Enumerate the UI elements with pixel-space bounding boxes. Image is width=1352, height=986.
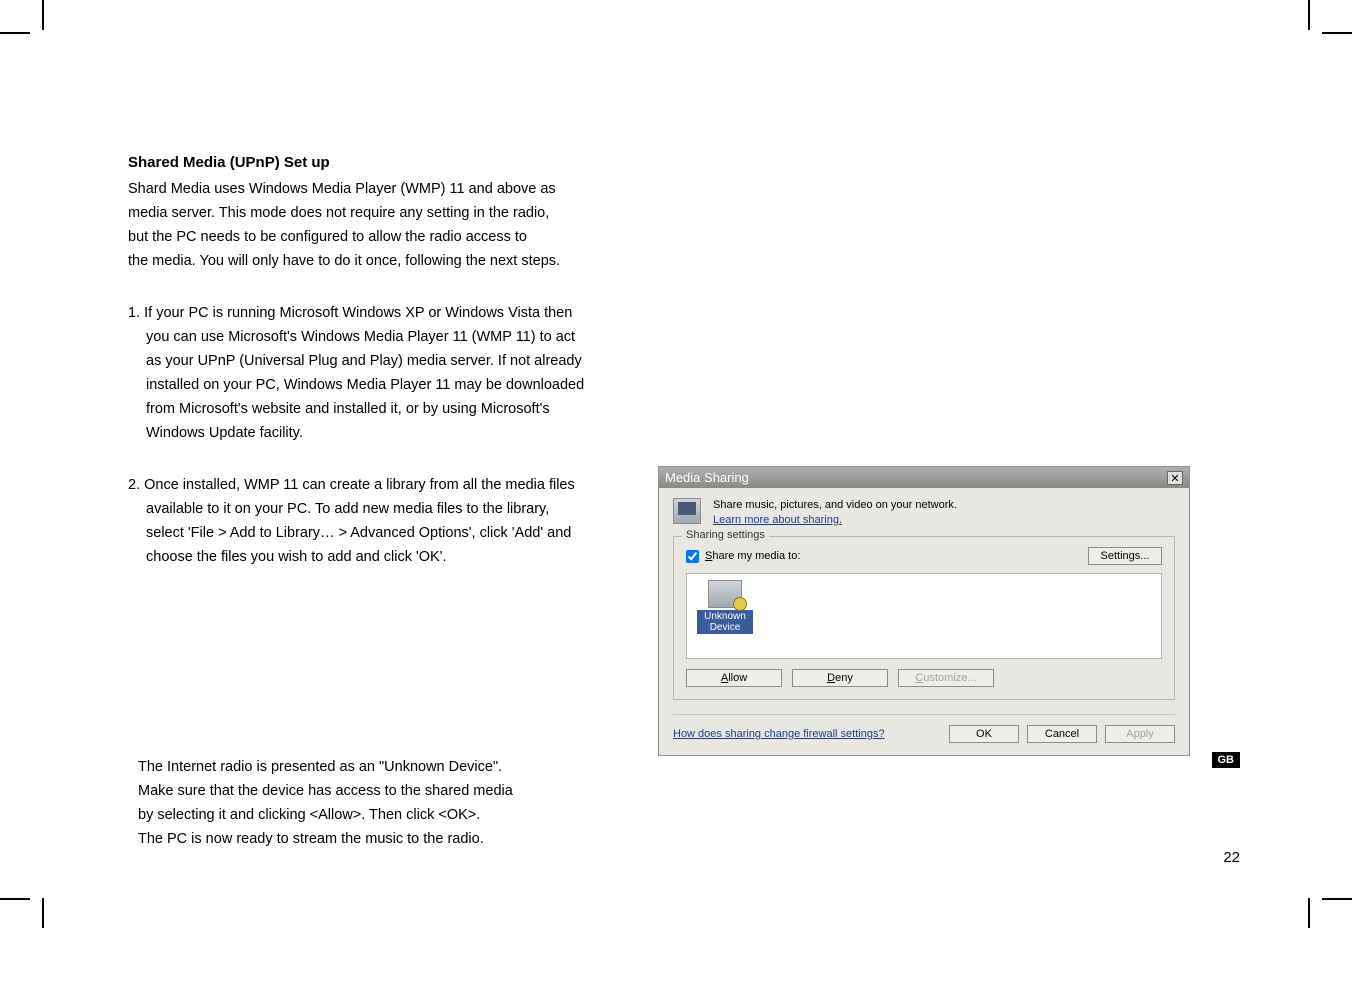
manual-page: Shared Media (UPnP) Set up Shard Media u… bbox=[128, 154, 1228, 851]
intro-paragraph: Shard Media uses Windows Media Player (W… bbox=[128, 177, 648, 273]
step-line: you can use Microsoft's Windows Media Pl… bbox=[128, 325, 648, 349]
after-line: The PC is now ready to stream the music … bbox=[138, 827, 648, 851]
dialog-titlebar: Media Sharing ✕ bbox=[659, 467, 1189, 488]
crop-mark bbox=[1308, 898, 1310, 928]
firewall-link[interactable]: How does sharing change firewall setting… bbox=[673, 728, 885, 740]
deny-button[interactable]: Deny bbox=[792, 669, 888, 687]
computer-icon bbox=[673, 498, 701, 524]
step-line: from Microsoft's website and installed i… bbox=[128, 397, 648, 421]
step-line: choose the files you wish to add and cli… bbox=[128, 545, 648, 569]
customize-button[interactable]: Customize... bbox=[898, 669, 994, 687]
step-line: 2. Once installed, WMP 11 can create a l… bbox=[128, 473, 648, 497]
dialog-description-row: Share music, pictures, and video on your… bbox=[673, 498, 1175, 528]
learn-more-link[interactable]: Learn more about sharing. bbox=[713, 513, 957, 528]
after-note: The Internet radio is presented as an "U… bbox=[138, 755, 648, 851]
section-heading: Shared Media (UPnP) Set up bbox=[128, 154, 648, 171]
apply-button[interactable]: Apply bbox=[1105, 725, 1175, 743]
sharing-settings-group: Sharing settings Share my media to: Sett… bbox=[673, 536, 1175, 700]
step-2: 2. Once installed, WMP 11 can create a l… bbox=[128, 473, 648, 569]
step-line: select 'File > Add to Library… > Advance… bbox=[128, 521, 648, 545]
crop-mark bbox=[1322, 32, 1352, 34]
settings-button[interactable]: Settings... bbox=[1088, 547, 1162, 565]
device-action-row: Allow Deny Customize... bbox=[686, 669, 1162, 687]
step-line: 1. If your PC is running Microsoft Windo… bbox=[128, 301, 648, 325]
step-line: available to it on your PC. To add new m… bbox=[128, 497, 648, 521]
device-label: UnknownDevice bbox=[697, 610, 753, 634]
dialog-description: Share music, pictures, and video on your… bbox=[713, 498, 957, 513]
groupbox-title: Sharing settings bbox=[682, 529, 769, 541]
intro-line: the media. You will only have to do it o… bbox=[128, 249, 648, 273]
share-my-media-checkbox-label[interactable]: Share my media to: bbox=[686, 550, 800, 563]
divider bbox=[673, 714, 1175, 715]
crop-mark bbox=[42, 0, 44, 30]
crop-mark bbox=[1308, 0, 1310, 30]
media-sharing-dialog: Media Sharing ✕ Share music, pictures, a… bbox=[658, 466, 1190, 756]
page-number: 22 bbox=[1223, 849, 1240, 866]
device-list: UnknownDevice bbox=[686, 573, 1162, 659]
intro-line: but the PC needs to be configured to all… bbox=[128, 225, 648, 249]
device-icon bbox=[708, 580, 742, 608]
intro-line: Shard Media uses Windows Media Player (W… bbox=[128, 177, 648, 201]
share-my-media-row: Share my media to: Settings... bbox=[686, 547, 1162, 565]
share-my-media-checkbox[interactable] bbox=[686, 550, 699, 563]
cancel-button[interactable]: Cancel bbox=[1027, 725, 1097, 743]
crop-mark bbox=[0, 32, 30, 34]
crop-mark bbox=[1322, 898, 1352, 900]
after-line: The Internet radio is presented as an "U… bbox=[138, 755, 648, 779]
allow-button[interactable]: Allow bbox=[686, 669, 782, 687]
step-1: 1. If your PC is running Microsoft Windo… bbox=[128, 301, 648, 445]
dialog-footer: How does sharing change firewall setting… bbox=[673, 725, 1175, 743]
dialog-description-text: Share music, pictures, and video on your… bbox=[713, 498, 957, 528]
after-line: Make sure that the device has access to … bbox=[138, 779, 648, 803]
dialog-screenshot: Media Sharing ✕ Share music, pictures, a… bbox=[658, 466, 1190, 756]
share-label: Share my media to: bbox=[705, 550, 800, 562]
crop-mark bbox=[0, 898, 30, 900]
dialog-title: Media Sharing bbox=[665, 470, 749, 485]
step-line: as your UPnP (Universal Plug and Play) m… bbox=[128, 349, 648, 373]
unknown-device-item[interactable]: UnknownDevice bbox=[697, 580, 753, 634]
instruction-column: Shared Media (UPnP) Set up Shard Media u… bbox=[128, 154, 648, 851]
step-line: installed on your PC, Windows Media Play… bbox=[128, 373, 648, 397]
intro-line: media server. This mode does not require… bbox=[128, 201, 648, 225]
dialog-footer-buttons: OK Cancel Apply bbox=[949, 725, 1175, 743]
crop-mark bbox=[42, 898, 44, 928]
ok-button[interactable]: OK bbox=[949, 725, 1019, 743]
step-line: Windows Update facility. bbox=[128, 421, 648, 445]
after-line: by selecting it and clicking <Allow>. Th… bbox=[138, 803, 648, 827]
dialog-body: Share music, pictures, and video on your… bbox=[659, 488, 1189, 755]
close-icon[interactable]: ✕ bbox=[1167, 471, 1183, 485]
language-tab: GB bbox=[1212, 752, 1241, 768]
